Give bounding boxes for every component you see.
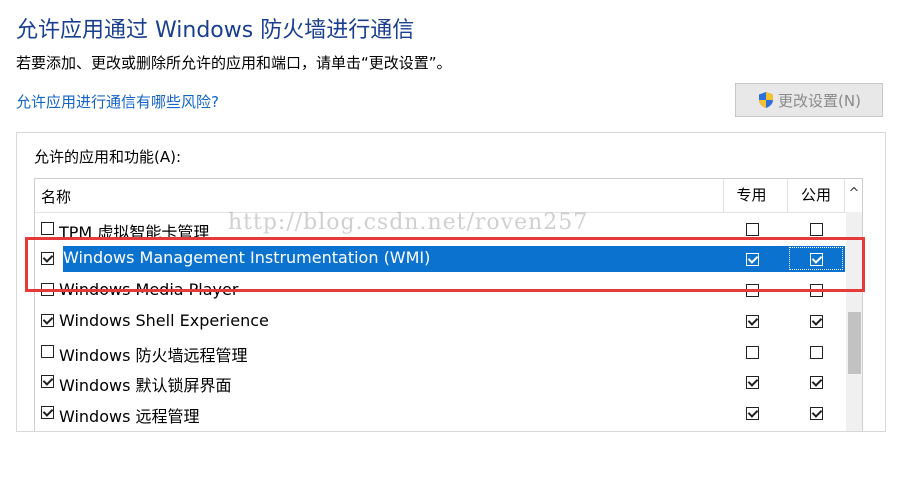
change-settings-button[interactable]: 更改设置(N) — [735, 83, 883, 117]
private-checkbox[interactable] — [746, 407, 759, 420]
column-header-name[interactable]: 名称 — [41, 186, 71, 207]
private-checkbox[interactable] — [746, 223, 759, 236]
scrollbar-thumb[interactable] — [848, 312, 861, 374]
enable-checkbox[interactable] — [41, 406, 54, 419]
list-item[interactable]: Windows Shell Experience — [35, 306, 845, 336]
list-item[interactable]: Windows 远程管理 — [35, 398, 845, 428]
column-header-public[interactable]: 公用 — [787, 179, 845, 212]
scroll-up-arrow-icon[interactable]: ^ — [845, 179, 862, 212]
risk-info-link[interactable]: 允许应用进行通信有哪些风险? — [16, 91, 219, 112]
enable-checkbox[interactable] — [41, 345, 54, 358]
list-header: 名称 专用 公用 ^ — [35, 179, 862, 213]
column-header-private[interactable]: 专用 — [723, 179, 779, 212]
list-item-label: Windows Management Instrumentation (WMI) — [63, 248, 431, 267]
public-checkbox[interactable] — [810, 284, 823, 297]
list-item-label: Windows Shell Experience — [59, 311, 269, 330]
enable-checkbox[interactable] — [41, 222, 54, 235]
private-checkbox[interactable] — [746, 315, 759, 328]
vertical-scrollbar[interactable] — [846, 212, 862, 431]
list-item-label: Windows 防火墙远程管理 — [59, 346, 248, 365]
page-description: 若要添加、更改或删除所允许的应用和端口，请单击“更改设置”。 — [16, 54, 452, 72]
focus-rectangle — [789, 247, 843, 270]
private-checkbox[interactable] — [746, 284, 759, 297]
private-checkbox[interactable] — [746, 346, 759, 359]
private-checkbox[interactable] — [746, 376, 759, 389]
change-settings-label: 更改设置(N) — [778, 91, 861, 110]
public-checkbox[interactable] — [810, 223, 823, 236]
public-checkbox[interactable] — [810, 407, 823, 420]
private-checkbox[interactable] — [746, 253, 759, 266]
list-item-label: Windows 远程管理 — [59, 407, 200, 426]
list-item-label: Windows 默认锁屏界面 — [59, 376, 232, 395]
page-title: 允许应用通过 Windows 防火墙进行通信 — [16, 18, 415, 43]
list-item-label: Windows Media Player — [59, 280, 239, 299]
uac-shield-icon — [759, 92, 774, 108]
public-checkbox[interactable] — [810, 315, 823, 328]
allowed-apps-list: 名称 专用 公用 ^ TPM 虚拟智能卡管理 Windows Management… — [34, 178, 863, 431]
public-checkbox[interactable] — [810, 346, 823, 359]
public-checkbox[interactable] — [810, 376, 823, 389]
list-item[interactable]: Windows 默认锁屏界面 — [35, 367, 845, 397]
allowed-apps-group: 允许的应用和功能(A): 名称 专用 公用 ^ TPM 虚拟智能卡管理 Windo… — [16, 132, 886, 432]
list-item[interactable]: TPM 虚拟智能卡管理 — [35, 214, 845, 244]
list-item[interactable]: Windows 防火墙远程管理 — [35, 337, 845, 367]
list-item-label: TPM 虚拟智能卡管理 — [59, 223, 210, 242]
enable-checkbox[interactable] — [41, 314, 54, 327]
enable-checkbox[interactable] — [41, 283, 54, 296]
enable-checkbox[interactable] — [41, 252, 54, 265]
enable-checkbox[interactable] — [41, 375, 54, 388]
list-item[interactable]: Windows Media Player — [35, 275, 845, 305]
allowed-apps-label: 允许的应用和功能(A): — [34, 148, 182, 166]
list-item[interactable]: Windows Management Instrumentation (WMI) — [35, 244, 845, 274]
